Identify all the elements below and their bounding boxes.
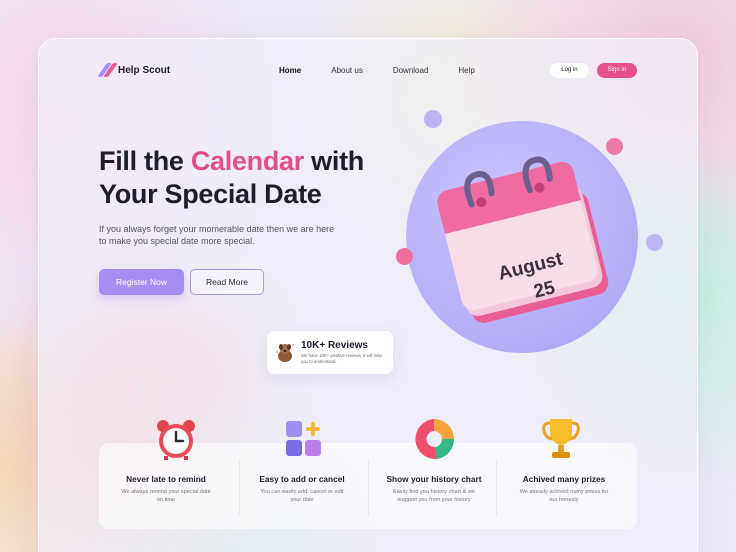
reviews-title: 10K+ Reviews bbox=[301, 340, 368, 351]
blocks-add-icon bbox=[286, 421, 321, 456]
hero-title-part1: Fill the bbox=[99, 146, 184, 176]
nav-help[interactable]: Help bbox=[458, 66, 474, 75]
feature-desc: You can easily add, cancel or edit your … bbox=[260, 489, 344, 503]
read-more-button[interactable]: Read More bbox=[190, 269, 264, 295]
reviews-card: 10K+ Reviews We have 10K+ positive revie… bbox=[267, 331, 393, 374]
nav-home[interactable]: Home bbox=[279, 66, 301, 75]
feature-desc: We already achived many prizes for our h… bbox=[519, 489, 609, 503]
top-navigation: Help Scout Home About us Download Help L… bbox=[97, 55, 637, 85]
feature-title: Easy to add or cancel bbox=[259, 474, 345, 484]
nav-about-us[interactable]: About us bbox=[331, 66, 363, 75]
decorative-ball bbox=[424, 110, 442, 128]
brand-logo[interactable]: Help Scout bbox=[97, 63, 171, 77]
nav-download[interactable]: Download bbox=[393, 66, 429, 75]
feature-desc: Easily find you history chart & we sugge… bbox=[392, 489, 476, 503]
dog-mascot-icon bbox=[276, 344, 294, 362]
hero-title-line2: Your Special Date bbox=[99, 179, 322, 209]
decorative-ball bbox=[396, 248, 413, 265]
help-scout-logo-icon bbox=[97, 63, 118, 77]
reviews-text: We have 10K+ positive reviews, it will h… bbox=[301, 353, 382, 364]
feature-desc: We always remind your special date on ti… bbox=[121, 489, 211, 503]
signin-button[interactable]: Sign in bbox=[596, 62, 637, 78]
brand-name: Help Scout bbox=[118, 64, 171, 76]
register-now-button[interactable]: Register Now bbox=[99, 269, 184, 295]
auth-buttons: Log in Sign in bbox=[550, 62, 637, 78]
login-button[interactable]: Log in bbox=[550, 62, 589, 78]
hero-title-highlight: Calendar bbox=[190, 146, 304, 176]
hero-title-part2: with bbox=[311, 146, 364, 176]
feature-title: Never late to remind bbox=[126, 474, 206, 484]
pie-chart-icon bbox=[415, 419, 455, 460]
feature-title: Achived many prizes bbox=[522, 474, 606, 484]
alarm-clock-icon bbox=[157, 420, 195, 460]
hero-subtitle: If you always forget your momerable date… bbox=[99, 224, 335, 246]
trophy-icon bbox=[542, 419, 580, 458]
landing-card: Help Scout Home About us Download Help L… bbox=[38, 38, 698, 552]
main-menu: Home About us Download Help bbox=[279, 66, 475, 75]
hero-title: Fill the Calendar with Your Special Date bbox=[99, 145, 364, 211]
calendar-illustration: August 25 bbox=[437, 156, 609, 323]
feature-title: Show your history chart bbox=[386, 474, 482, 484]
decorative-ball bbox=[646, 234, 663, 251]
